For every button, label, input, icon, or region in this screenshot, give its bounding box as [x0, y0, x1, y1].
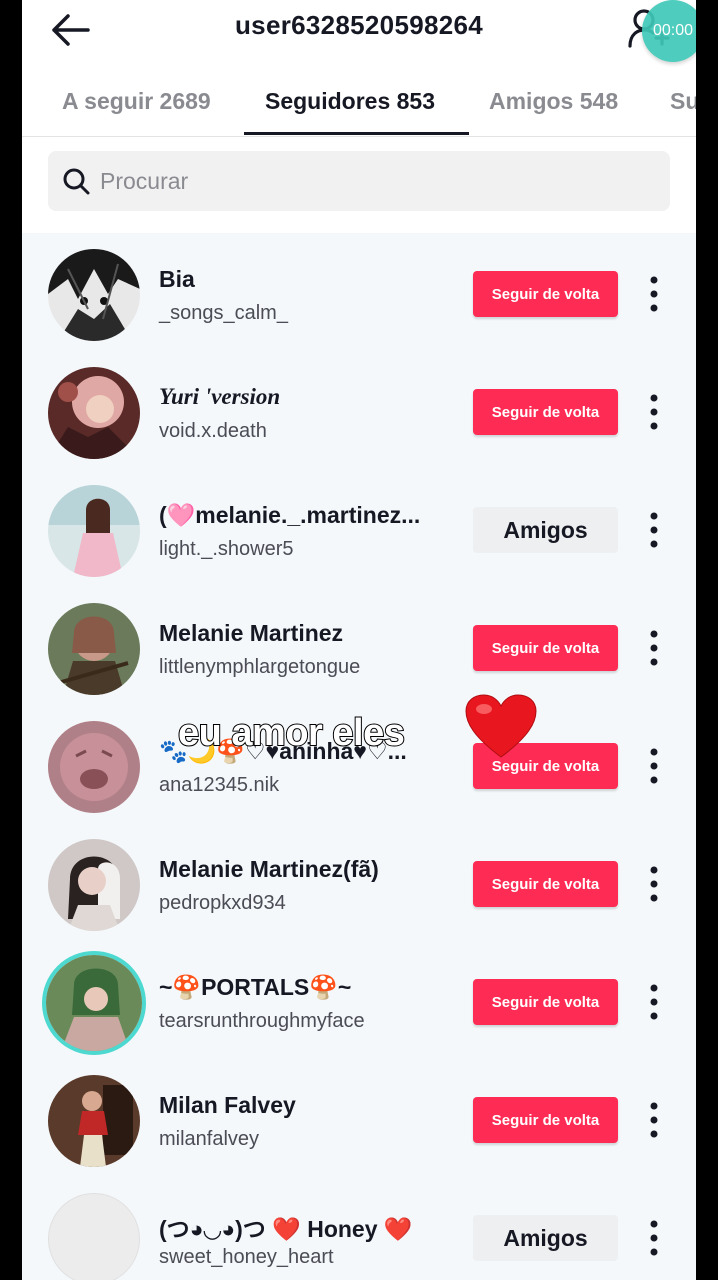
more-options-icon[interactable]: [640, 864, 668, 904]
top-bar: user6328520598264 00:00 A seguir 2689 Se…: [22, 0, 696, 138]
user-handle[interactable]: sweet_honey_heart: [159, 1246, 334, 1269]
list-item[interactable]: Melanie Martinez littlenymphlargetongue …: [22, 590, 696, 708]
user-display-name[interactable]: Melanie Martinez: [159, 620, 343, 647]
follow-back-button[interactable]: Seguir de volta: [473, 271, 618, 317]
follow-back-button[interactable]: Seguir de volta: [473, 1097, 618, 1143]
avatar-placeholder[interactable]: [48, 1193, 140, 1280]
list-item[interactable]: Bia _songs_calm_ Seguir de volta: [22, 236, 696, 354]
follow-back-button[interactable]: Seguir de volta: [473, 389, 618, 435]
avatar[interactable]: [48, 485, 140, 577]
user-handle[interactable]: littlenymphlargetongue: [159, 656, 360, 679]
friends-button[interactable]: Amigos: [473, 1215, 618, 1261]
tab-following[interactable]: A seguir 2689: [62, 88, 211, 115]
user-handle[interactable]: ana12345.nik: [159, 774, 279, 797]
user-handle[interactable]: milanfalvey: [159, 1128, 259, 1151]
list-item[interactable]: (つ◕◡◕)つ ❤️ Honey ❤️ sweet_honey_heart Am…: [22, 1180, 696, 1280]
user-display-name[interactable]: Yuri 'version: [159, 384, 280, 410]
active-tab-indicator: [244, 132, 469, 135]
avatar[interactable]: [48, 603, 140, 695]
more-options-icon[interactable]: [640, 392, 668, 432]
follow-back-button[interactable]: Seguir de volta: [473, 979, 618, 1025]
red-heart-icon: [465, 694, 537, 758]
user-handle[interactable]: tearsrunthroughmyface: [159, 1010, 365, 1033]
list-item[interactable]: (🩷melanie._.martinez... light._.shower5 …: [22, 472, 696, 590]
tab-friends[interactable]: Amigos 548: [489, 88, 618, 115]
user-display-name[interactable]: Melanie Martinez(fã): [159, 856, 379, 883]
avatar[interactable]: [48, 1075, 140, 1167]
recording-timer-badge[interactable]: 00:00: [642, 0, 696, 62]
more-options-icon[interactable]: [640, 1218, 668, 1258]
user-handle[interactable]: _songs_calm_: [159, 302, 288, 325]
more-options-icon[interactable]: [640, 1100, 668, 1140]
user-display-name[interactable]: (つ◕◡◕)つ ❤️ Honey ❤️: [159, 1210, 413, 1244]
user-handle[interactable]: void.x.death: [159, 420, 267, 443]
search-icon: [63, 168, 90, 195]
user-display-name[interactable]: Bia: [159, 266, 195, 293]
search-input[interactable]: [100, 151, 640, 211]
friends-button[interactable]: Amigos: [473, 507, 618, 553]
phone-screen: user6328520598264 00:00 A seguir 2689 Se…: [22, 0, 696, 1280]
more-options-icon[interactable]: [640, 628, 668, 668]
search-bar[interactable]: [48, 151, 670, 211]
tab-bar: A seguir 2689 Seguidores 853 Amigos 548 …: [22, 76, 696, 134]
list-item[interactable]: Milan Falvey milanfalvey Seguir de volta: [22, 1062, 696, 1180]
follow-back-button[interactable]: Seguir de volta: [473, 861, 618, 907]
video-caption-overlay: eu amor eles: [177, 711, 406, 755]
more-options-icon[interactable]: [640, 510, 668, 550]
user-handle[interactable]: light._.shower5: [159, 538, 294, 561]
user-display-name[interactable]: Milan Falvey: [159, 1092, 296, 1119]
list-item[interactable]: ~🍄PORTALS🍄~ tearsrunthroughmyface Seguir…: [22, 944, 696, 1062]
page-title: user6328520598264: [235, 10, 483, 40]
avatar[interactable]: [48, 839, 140, 931]
follow-back-button[interactable]: Seguir de volta: [473, 625, 618, 671]
avatar[interactable]: [48, 367, 140, 459]
tab-followers[interactable]: Seguidores 853: [265, 88, 435, 115]
list-item[interactable]: Yuri 'version void.x.death Seguir de vol…: [22, 354, 696, 472]
more-options-icon[interactable]: [640, 274, 668, 314]
avatar[interactable]: [48, 249, 140, 341]
more-options-icon[interactable]: [640, 746, 668, 786]
tab-suggested[interactable]: Su: [670, 88, 696, 115]
user-display-name[interactable]: (🩷melanie._.martinez...: [159, 502, 420, 529]
list-item[interactable]: Melanie Martinez(fã) pedropkxd934 Seguir…: [22, 826, 696, 944]
user-handle[interactable]: pedropkxd934: [159, 892, 286, 915]
avatar[interactable]: [48, 721, 140, 813]
more-options-icon[interactable]: [640, 982, 668, 1022]
avatar-story-ring[interactable]: [42, 951, 146, 1055]
user-display-name[interactable]: ~🍄PORTALS🍄~: [159, 974, 351, 1001]
